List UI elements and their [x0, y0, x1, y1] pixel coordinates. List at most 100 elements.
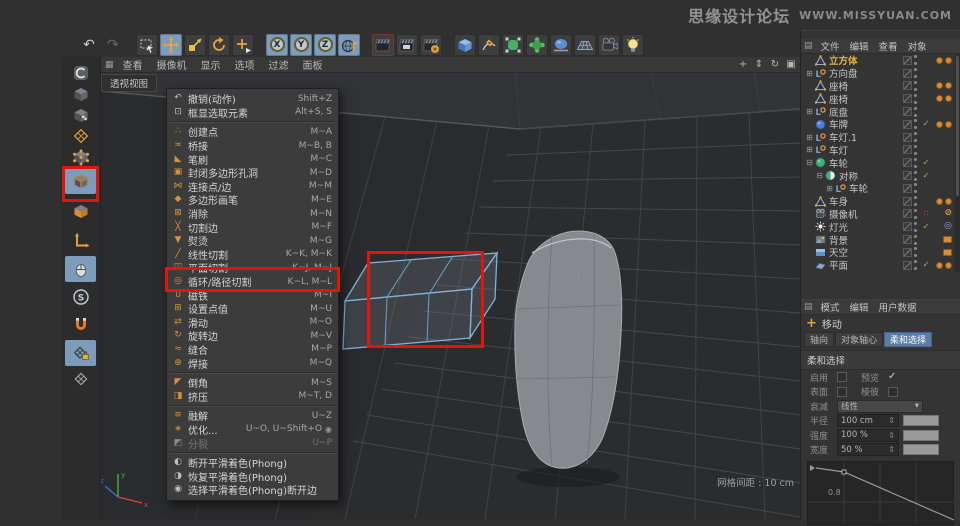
burger-icon[interactable]: ▤ — [804, 41, 813, 51]
render-toggle[interactable] — [903, 158, 912, 168]
menu-item-slide[interactable]: ⇄ 滑动 M~O — [167, 316, 338, 330]
object-manager-menu-文件[interactable]: 文件 — [816, 39, 845, 53]
collapse-icon[interactable]: ⊟ — [815, 171, 824, 180]
visibility-dots[interactable] — [914, 234, 918, 245]
rotate-icon[interactable] — [208, 33, 230, 56]
x-axis-lock-icon[interactable]: X — [266, 33, 288, 56]
value-input-宽度[interactable]: 50 % ⇕ — [837, 443, 899, 457]
attribute-menu-模式[interactable]: 模式 — [816, 300, 845, 314]
subdivision-surface-icon[interactable] — [502, 33, 524, 56]
attribute-menu-用户数据[interactable]: 用户数据 — [874, 300, 922, 314]
visibility-dots[interactable] — [914, 260, 918, 271]
visibility-dots[interactable] — [914, 68, 918, 79]
scene-light-icon[interactable] — [622, 33, 644, 56]
slider-handle-宽度[interactable] — [903, 444, 939, 456]
live-selection-icon[interactable] — [136, 33, 158, 56]
object-row-车牌[interactable]: 车牌 ✓ — [801, 118, 954, 131]
object-row-车灯[interactable]: ⊞ L 车灯 — [801, 144, 954, 157]
visibility-dots[interactable] — [914, 170, 918, 181]
burger-icon[interactable]: ▤ — [804, 302, 813, 312]
polygon-object-icon[interactable] — [814, 93, 827, 104]
render-toggle[interactable] — [903, 247, 912, 257]
redo-icon[interactable]: ↷ — [102, 34, 124, 56]
value-input-半径[interactable]: 100 cm ⇕ — [837, 414, 899, 428]
value-input-强度[interactable]: 100 % ⇕ — [837, 428, 899, 442]
render-toggle[interactable] — [903, 94, 912, 104]
enabled-check-icon[interactable]: ✓ — [921, 260, 931, 270]
workplane-snap-icon[interactable] — [65, 340, 96, 366]
visibility-dots[interactable] — [914, 80, 918, 91]
object-row-平面[interactable]: 平面 ✓ — [801, 259, 954, 272]
menu-item-weld[interactable]: ⊕ 焊接 M~Q — [167, 356, 338, 371]
visibility-dots[interactable] — [914, 93, 918, 104]
menu-item-melt[interactable]: ≡ 融解 U~Z — [167, 409, 338, 424]
viewport-menu-面板[interactable]: 面板 — [296, 57, 330, 72]
camera-object-icon[interactable] — [814, 208, 827, 219]
attribute-menu-编辑[interactable]: 编辑 — [845, 300, 874, 314]
object-row-座椅[interactable]: 座椅 — [801, 92, 954, 106]
visibility-dots[interactable] — [914, 157, 918, 168]
pan-view-icon[interactable]: + — [737, 59, 749, 70]
menu-item-brush[interactable]: ◣ 笔刷 M~C — [167, 152, 338, 167]
polygon-object-icon[interactable] — [814, 195, 827, 207]
object-row-摄像机[interactable]: 摄像机 ∷ ⊘ — [801, 208, 954, 221]
object-row-背景[interactable]: 背景 — [801, 233, 954, 247]
symmetry-object-icon[interactable] — [824, 170, 837, 181]
menu-item-phong-restore[interactable]: ◑ 恢复平滑着色(Phong) — [167, 469, 338, 484]
scene-camera-icon[interactable] — [598, 33, 620, 56]
compositing-tag-icon[interactable] — [943, 236, 952, 244]
stepper-icon[interactable]: ⇕ — [888, 445, 895, 454]
spline-pen-icon[interactable] — [478, 33, 500, 56]
object-row-车身[interactable]: 车身 — [801, 195, 954, 208]
render-toggle[interactable] — [903, 235, 912, 245]
menu-item-optimize[interactable]: ∗ 优化... U~O, U~Shift+O ◉ — [167, 423, 338, 437]
texture-tag-icon[interactable] — [936, 95, 943, 103]
plane-object-icon[interactable] — [814, 260, 827, 271]
stepper-icon[interactable]: ⇕ — [888, 431, 895, 440]
texture-tag-icon[interactable] — [936, 56, 943, 64]
texture-tag-icon[interactable] — [945, 197, 952, 205]
slider-handle-强度[interactable] — [903, 429, 939, 441]
visibility-dots[interactable] — [914, 247, 918, 258]
menu-item-connect-points-edges[interactable]: ⋈ 连接点/边 M~M — [167, 180, 338, 194]
checkbox-预览-checked[interactable]: ✓ — [888, 372, 898, 382]
instance-icon[interactable]: L — [834, 183, 847, 194]
object-row-底盘[interactable]: ⊞ L 底盘 — [801, 105, 954, 119]
options-gear-icon[interactable]: ◉ — [325, 425, 332, 434]
subdivision-object-icon[interactable] — [814, 157, 827, 168]
menu-item-loop-path-cut[interactable]: ◎ 循环/路径切割 K~L, M~L — [167, 275, 338, 290]
undo-icon[interactable]: ↶ — [78, 34, 100, 56]
texture-tag-icon[interactable] — [945, 95, 952, 103]
slider-handle-半径[interactable] — [903, 415, 939, 427]
viewport-menu-显示[interactable]: 显示 — [194, 57, 228, 72]
instance-icon[interactable]: L — [814, 132, 827, 143]
locked-workplane-icon[interactable] — [65, 366, 96, 392]
attribute-tab-对象轴心[interactable]: 对象轴心 — [835, 332, 884, 347]
render-toggle[interactable] — [903, 55, 912, 65]
stepper-icon[interactable]: ⇕ — [888, 416, 895, 425]
visibility-dots[interactable] — [914, 144, 918, 155]
object-row-灯光[interactable]: 灯光 ✓ ◎ — [801, 220, 954, 234]
object-row-车轮[interactable]: ⊟ 车轮 ✓ — [801, 156, 954, 170]
visibility-dots[interactable] — [914, 208, 918, 219]
visibility-dots[interactable] — [914, 55, 918, 66]
falloff-curve-editor[interactable]: 0.8 — [807, 461, 955, 525]
keyframe-dots-icon[interactable]: ∷ — [921, 209, 931, 218]
visibility-dots[interactable] — [914, 183, 918, 194]
menu-item-edge-cut[interactable]: ╳ 切割边 M~F — [167, 220, 338, 235]
viewport-menu-摄像机[interactable]: 摄像机 — [150, 57, 194, 72]
texture-tag-icon[interactable] — [936, 197, 943, 205]
visibility-dots[interactable] — [914, 196, 918, 207]
deformer-icon[interactable] — [526, 33, 548, 56]
enabled-check-icon[interactable]: ✓ — [921, 158, 931, 168]
object-manager-scrollbar[interactable] — [955, 54, 960, 272]
instance-icon[interactable]: L — [814, 144, 827, 155]
render-toggle[interactable] — [903, 107, 912, 117]
sphere-object-icon[interactable] — [814, 119, 827, 130]
instance-icon[interactable]: L — [814, 106, 827, 117]
sky-object-icon[interactable] — [814, 247, 827, 258]
rotate-view-icon[interactable]: ↻ — [769, 59, 781, 70]
checkbox-表面[interactable] — [837, 386, 847, 397]
viewport-tab-perspective[interactable]: 透视视图 — [101, 74, 158, 92]
menu-item-dissolve[interactable]: ⊠ 消除 M~N — [167, 207, 338, 222]
